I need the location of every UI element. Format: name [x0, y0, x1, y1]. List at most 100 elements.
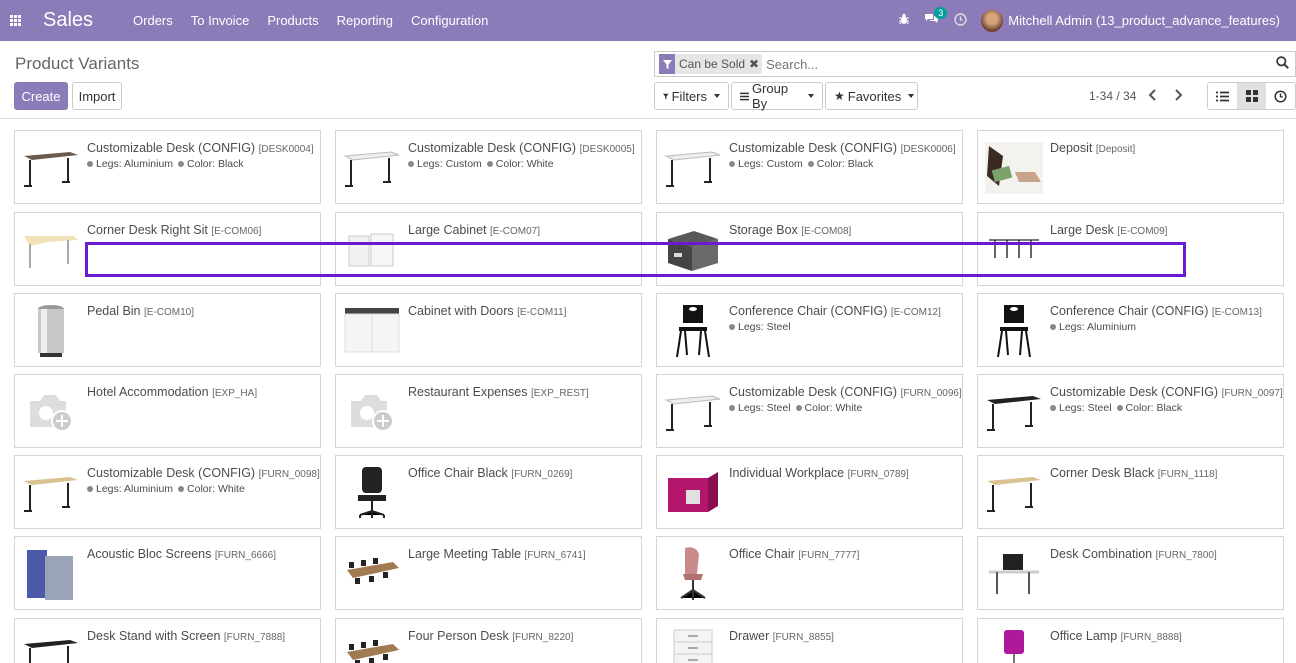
product-code: [FURN_7888]	[223, 632, 286, 643]
activity-clock-icon[interactable]	[954, 12, 967, 29]
kanban-record-card[interactable]: Customizable Desk (CONFIG) [DESK0006] Leg…	[656, 130, 963, 204]
search-input[interactable]	[766, 56, 1267, 72]
product-code: [E-COM09]	[1117, 226, 1168, 237]
navbar-systray: 3 Mitchell Admin (13_product_advance_fea…	[898, 0, 1280, 41]
menu-configuration[interactable]: Configuration	[411, 13, 488, 28]
kanban-record-card[interactable]: Conference Chair (CONFIG) [E-COM13] Legs:…	[977, 293, 1284, 367]
kanban-record-card[interactable]: Large Desk [E-COM09]	[977, 212, 1284, 286]
kanban-record-card[interactable]: Drawer [FURN_8855]	[656, 618, 963, 663]
user-avatar[interactable]	[981, 9, 1004, 32]
product-code: [DESK0006]	[900, 144, 956, 155]
search-bar: Can be Sold ✖	[654, 51, 1296, 77]
groupby-dropdown[interactable]: Group By	[731, 81, 823, 111]
kanban-record-card[interactable]: Storage Box [E-COM08]	[656, 212, 963, 286]
filters-dropdown[interactable]: Filters	[654, 82, 729, 110]
apps-menu-button[interactable]	[0, 0, 30, 41]
kanban-record-card[interactable]: Deposit [Deposit]	[977, 130, 1284, 204]
menu-products[interactable]: Products	[267, 13, 318, 28]
menu-to-invoice[interactable]: To Invoice	[191, 13, 250, 28]
create-button[interactable]: Create	[14, 82, 68, 110]
product-name-text: Customizable Desk (CONFIG)	[87, 466, 256, 480]
product-name-text: Large Desk	[1050, 223, 1114, 237]
list-view-icon[interactable]	[1208, 83, 1237, 109]
product-image	[984, 221, 1044, 279]
kanban-record-card[interactable]: Desk Stand with Screen [FURN_7888]	[14, 618, 321, 663]
favorites-label: Favorites	[847, 88, 902, 104]
product-name: Storage Box [E-COM08]	[729, 223, 851, 237]
attribute-value: Color: Black	[816, 158, 874, 170]
product-name: Large Meeting Table [FURN_6741]	[408, 547, 586, 561]
kanban-record-card[interactable]: Conference Chair (CONFIG) [E-COM12] Legs:…	[656, 293, 963, 367]
product-code: [FURN_0098]	[258, 469, 320, 480]
product-code: [FURN_6666]	[214, 550, 276, 561]
product-image	[342, 302, 402, 360]
user-menu[interactable]: Mitchell Admin (13_product_advance_featu…	[1008, 13, 1280, 28]
groupby-label: Group By	[751, 81, 789, 111]
kanban-record-card[interactable]: Office Chair [FURN_7777]	[656, 536, 963, 610]
messaging-chat-icon[interactable]: 3	[924, 7, 948, 28]
product-code: [E-COM07]	[490, 226, 541, 237]
caret-down-icon	[714, 94, 720, 98]
app-brand[interactable]: Sales	[43, 9, 93, 32]
kanban-record-card[interactable]: Corner Desk Right Sit [E-COM06]	[14, 212, 321, 286]
star-icon: ★	[834, 89, 845, 103]
attribute-value: Color: White	[495, 158, 554, 170]
kanban-view-icon[interactable]	[1237, 83, 1266, 109]
product-attributes: Legs: Steel	[729, 321, 796, 333]
kanban-record-card[interactable]: Customizable Desk (CONFIG) [DESK0004] Leg…	[14, 130, 321, 204]
kanban-record-card[interactable]: Four Person Desk [FURN_8220]	[335, 618, 642, 663]
product-name: Office Lamp [FURN_8888]	[1050, 629, 1182, 643]
search-icon[interactable]	[1276, 56, 1289, 72]
product-attributes: Legs: Aluminium Color: Black	[87, 158, 249, 170]
import-button[interactable]: Import	[72, 82, 122, 110]
facet-remove-icon[interactable]: ✖	[749, 57, 762, 71]
product-image	[663, 464, 723, 522]
product-image	[21, 302, 81, 360]
product-name-text: Office Chair	[729, 547, 795, 561]
kanban-record-card[interactable]: Large Meeting Table [FURN_6741]	[335, 536, 642, 610]
kanban-record-card[interactable]: Desk Combination [FURN_7800]	[977, 536, 1284, 610]
attribute-value: Color: Black	[187, 158, 244, 170]
kanban-record-card[interactable]: Customizable Desk (CONFIG) [FURN_0097] Le…	[977, 374, 1284, 448]
attribute-dot-icon	[1116, 405, 1123, 411]
product-name: Customizable Desk (CONFIG) [DESK0006]	[729, 141, 956, 155]
debug-bug-icon[interactable]	[898, 13, 910, 28]
kanban-record-card[interactable]: Office Chair Black [FURN_0269]	[335, 455, 642, 529]
product-name: Large Desk [E-COM09]	[1050, 223, 1167, 237]
attribute-dot-icon	[1050, 324, 1056, 330]
product-name-text: Office Lamp	[1050, 629, 1118, 643]
attribute-dot-icon	[807, 161, 814, 167]
menu-reporting[interactable]: Reporting	[337, 13, 393, 28]
kanban-record-card[interactable]: Customizable Desk (CONFIG) [FURN_0098] Le…	[14, 455, 321, 529]
kanban-record-card[interactable]: Customizable Desk (CONFIG) [FURN_0096] Le…	[656, 374, 963, 448]
product-image	[984, 627, 1044, 663]
favorites-dropdown[interactable]: ★ Favorites	[825, 82, 918, 110]
product-name: Acoustic Bloc Screens [FURN_6666]	[87, 547, 276, 561]
kanban-record-card[interactable]: Restaurant Expenses [EXP_REST]	[335, 374, 642, 448]
pager-value[interactable]: 1-34 / 34	[1089, 89, 1136, 103]
product-attributes: Legs: Aluminium Color: White	[87, 483, 250, 495]
product-name-text: Large Cabinet	[408, 223, 487, 237]
activity-view-icon[interactable]	[1266, 83, 1295, 109]
product-image	[342, 627, 402, 663]
kanban-record-card[interactable]: Pedal Bin [E-COM10]	[14, 293, 321, 367]
kanban-record-card[interactable]: Individual Workplace [FURN_0789]	[656, 455, 963, 529]
product-name-text: Pedal Bin	[87, 304, 141, 318]
kanban-record-card[interactable]: Hotel Accommodation [EXP_HA]	[14, 374, 321, 448]
product-name: Corner Desk Black [FURN_1118]	[1050, 466, 1217, 480]
menu-orders[interactable]: Orders	[133, 13, 173, 28]
kanban-record-card[interactable]: Corner Desk Black [FURN_1118]	[977, 455, 1284, 529]
kanban-record-card[interactable]: Office Lamp [FURN_8888]	[977, 618, 1284, 663]
kanban-record-card[interactable]: Customizable Desk (CONFIG) [DESK0005] Leg…	[335, 130, 642, 204]
product-image	[663, 383, 723, 441]
kanban-record-card[interactable]: Large Cabinet [E-COM07]	[335, 212, 642, 286]
pager-previous-icon[interactable]	[1148, 88, 1158, 104]
kanban-record-card[interactable]: Acoustic Bloc Screens [FURN_6666]	[14, 536, 321, 610]
product-name: Desk Stand with Screen [FURN_7888]	[87, 629, 285, 643]
attribute-value: Legs: Steel	[738, 321, 791, 333]
product-code: [FURN_0097]	[1221, 388, 1283, 399]
product-name: Desk Combination [FURN_7800]	[1050, 547, 1217, 561]
kanban-record-card[interactable]: Cabinet with Doors [E-COM11]	[335, 293, 642, 367]
pager-next-icon[interactable]	[1173, 88, 1183, 104]
product-image	[21, 464, 81, 522]
